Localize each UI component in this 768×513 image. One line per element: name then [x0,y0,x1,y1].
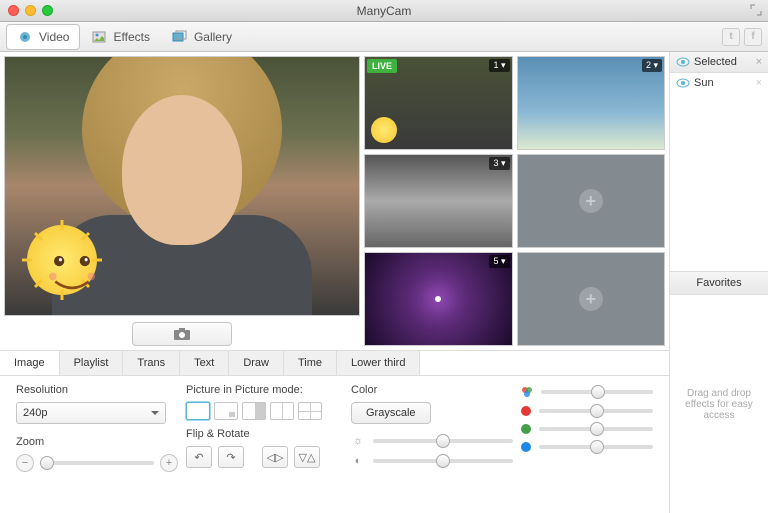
zoom-in-button[interactable]: + [160,454,178,472]
resolution-label: Resolution [16,384,178,396]
source-thumb-6[interactable]: + [517,252,666,346]
tab-video-label: Video [39,30,69,44]
pip-mode-quad[interactable] [298,402,322,420]
brightness-icon: ☼ [351,434,365,448]
selected-label: Selected [694,56,737,68]
control-tabs: Image Playlist Trans Text Draw Time Lowe… [0,351,669,376]
close-icon[interactable]: × [756,77,762,89]
pip-mode-full[interactable] [186,402,210,420]
main-preview[interactable] [4,56,360,316]
source-thumb-1[interactable]: LIVE 1 ▾ [364,56,513,150]
resolution-value: 240p [23,407,47,419]
effects-sidebar: Selected × Sun × Favorites Drag and drop… [670,52,768,513]
effects-icon [91,29,107,45]
sun-icon [371,117,397,143]
rotate-right-button[interactable]: ↷ [218,446,244,468]
tab-video[interactable]: Video [6,24,80,50]
drag-hint: Drag and drop effects for easy access [670,295,768,513]
thumb-number: 5 ▾ [489,255,509,268]
close-icon[interactable]: × [756,56,762,68]
camera-icon [173,327,191,341]
red-slider[interactable] [539,409,653,413]
expand-icon[interactable] [750,4,762,16]
tab-gallery[interactable]: Gallery [161,24,243,50]
saturation-slider[interactable] [541,390,653,394]
zoom-out-button[interactable]: − [16,454,34,472]
flip-vertical-button[interactable]: ▽△ [294,446,320,468]
tab-gallery-label: Gallery [194,30,232,44]
snapshot-button[interactable] [132,322,232,346]
brightness-slider[interactable] [373,439,513,443]
ctab-lowerthird[interactable]: Lower third [337,351,420,375]
pip-label: Picture in Picture mode: [186,384,343,396]
eye-icon[interactable] [676,57,690,67]
ctab-image[interactable]: Image [0,351,60,375]
thumb-number: 2 ▾ [642,59,662,72]
source-thumb-4[interactable]: + [517,154,666,248]
tab-effects[interactable]: Effects [80,24,160,50]
red-dot-icon [521,406,531,416]
blue-dot-icon [521,442,531,452]
pip-mode-side[interactable] [242,402,266,420]
rgb-icon [521,386,533,398]
favorites-header[interactable]: Favorites [670,271,768,295]
green-slider[interactable] [539,427,653,431]
add-source-icon: + [579,189,603,213]
green-dot-icon [521,424,531,434]
live-badge: LIVE [367,59,397,73]
flip-horizontal-button[interactable]: ◁▷ [262,446,288,468]
sun-effect-overlay [17,215,107,305]
ctab-time[interactable]: Time [284,351,337,375]
source-grid: LIVE 1 ▾ 2 ▾ 3 ▾ + 5 ▾ + [364,56,665,346]
blue-slider[interactable] [539,445,653,449]
contrast-icon: ◐ [351,454,365,468]
tab-effects-label: Effects [113,30,149,44]
pip-mode-corner[interactable] [214,402,238,420]
ctab-draw[interactable]: Draw [229,351,284,375]
facebook-button[interactable]: f [744,28,762,46]
source-thumb-2[interactable]: 2 ▾ [517,56,666,150]
zoom-label: Zoom [16,436,178,448]
effect-item-sun[interactable]: Sun × [670,73,768,93]
selected-panel-header: Selected × [670,52,768,73]
thumb-number: 3 ▾ [489,157,509,170]
color-label: Color [351,384,513,396]
rotate-left-button[interactable]: ↶ [186,446,212,468]
gallery-icon [172,29,188,45]
main-toolbar: Video Effects Gallery t f [0,22,768,52]
app-title: ManyCam [0,4,768,18]
titlebar: ManyCam [0,0,768,22]
source-thumb-3[interactable]: 3 ▾ [364,154,513,248]
add-source-icon: + [579,287,603,311]
zoom-slider[interactable] [40,461,154,465]
ctab-trans[interactable]: Trans [123,351,180,375]
eye-icon[interactable] [676,78,690,88]
resolution-select[interactable]: 240p [16,402,166,424]
contrast-slider[interactable] [373,459,513,463]
thumb-number: 1 ▾ [489,59,509,72]
ctab-text[interactable]: Text [180,351,229,375]
ctab-playlist[interactable]: Playlist [60,351,124,375]
grayscale-button[interactable]: Grayscale [351,402,431,424]
video-icon [17,29,33,45]
twitter-button[interactable]: t [722,28,740,46]
source-thumb-5[interactable]: 5 ▾ [364,252,513,346]
pip-mode-split-v[interactable] [270,402,294,420]
flip-label: Flip & Rotate [186,428,343,440]
effect-item-label: Sun [694,77,714,89]
